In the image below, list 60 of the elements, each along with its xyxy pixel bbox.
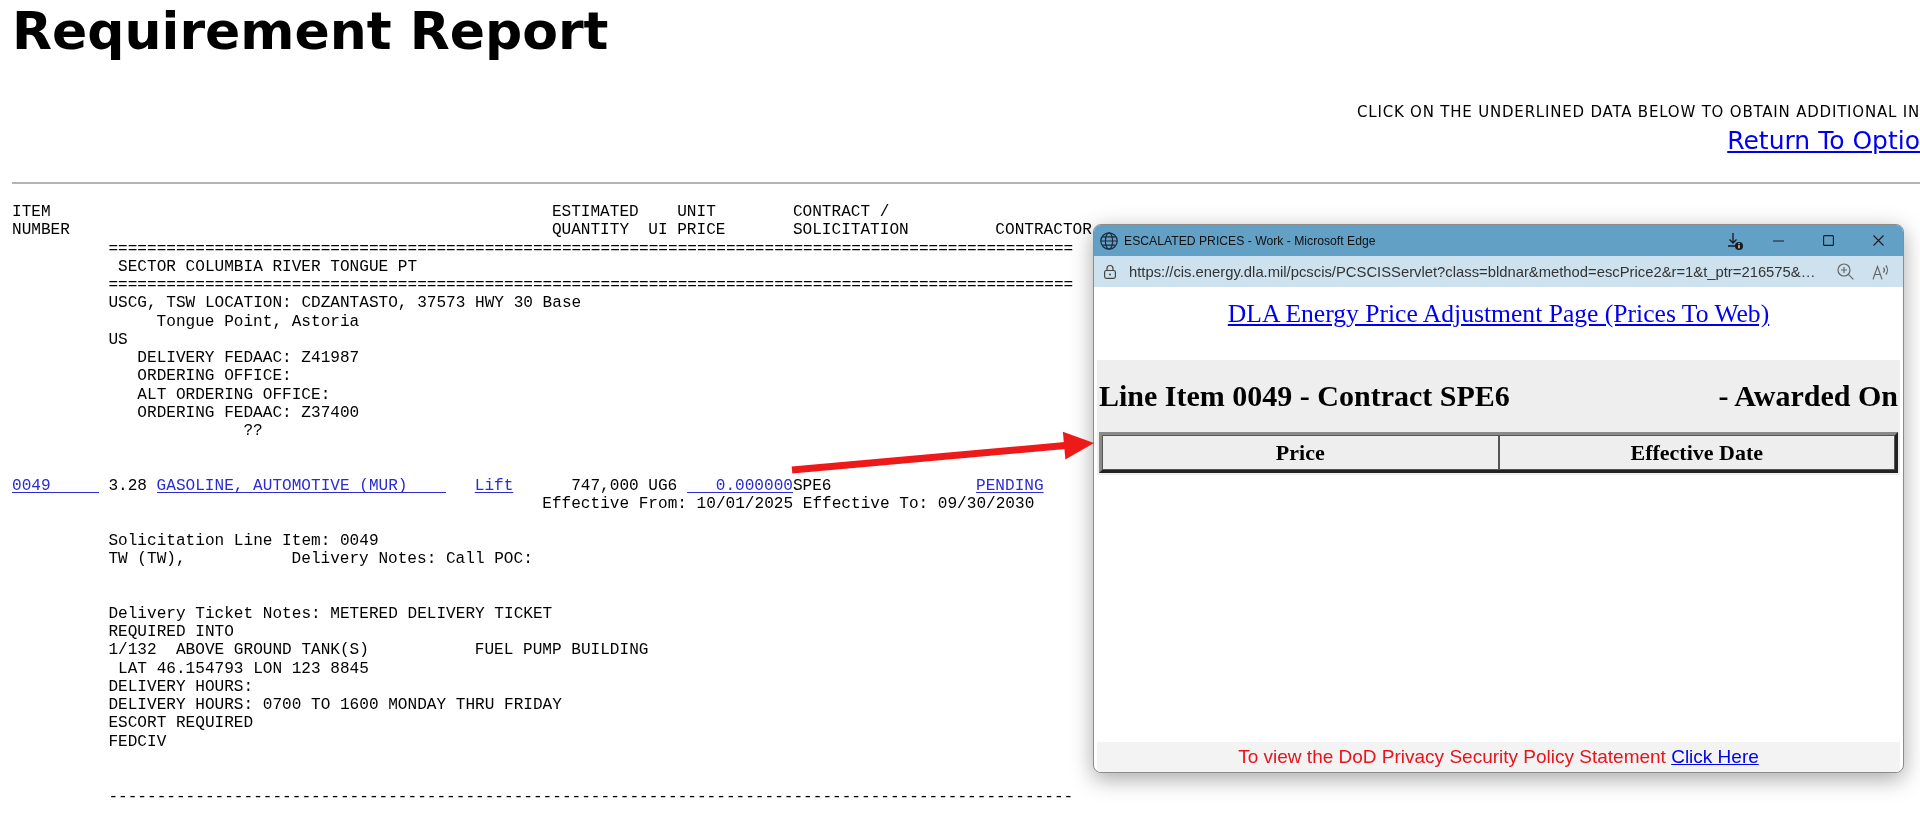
window-title: ESCALATED PRICES - Work - Microsoft Edge (1124, 233, 1376, 248)
item-number-link[interactable]: 0049 (12, 477, 99, 496)
note-text: Solicitation Line Item: 0049 (108, 531, 379, 551)
lock-icon[interactable] (1103, 264, 1117, 279)
note-text: LAT 46.154793 LON 123 8845 (118, 659, 369, 678)
location-text: ORDERING FEDAAC: Z37400 (137, 403, 360, 423)
column-heading: CONTRACT / SOLICITATION (792, 202, 909, 240)
delivery-link[interactable]: Lift (474, 477, 514, 496)
url-field[interactable]: https://cis.energy.dla.mil/pcscis/PCSCISServlet?class=bldnar&method=escPrice2&r=1&t_ptr=216575&… (1129, 263, 1816, 280)
note-text: Delivery Notes: Call POC: (291, 550, 533, 569)
note-text: Delivery Ticket Notes: METERED DELIVERY TICKET (108, 604, 553, 624)
effective-dates-text: Effective From: 10/01/2025 Effective To: 09/30/2030 (542, 495, 1035, 514)
note-text: REQUIRED INTO (108, 623, 234, 642)
download-icon[interactable] (1727, 231, 1743, 250)
read-aloud-icon[interactable] (1872, 263, 1890, 280)
column-header: Price (1102, 435, 1499, 470)
note-text: FUEL PUMP BUILDING (474, 641, 649, 660)
separator-text: ---------------------------------------------------------------------------------------------------- (108, 787, 1074, 806)
contract-text: SPE6 (792, 477, 832, 496)
unit-price-link[interactable]: 0.000000 (686, 477, 793, 496)
column-heading: ESTIMATED QUANTITY (551, 202, 639, 240)
column-heading: CONTRACTOR (995, 221, 1092, 240)
click-here-link[interactable]: Click Here (1671, 746, 1759, 767)
location-text: US (108, 330, 128, 350)
globe-icon (1100, 231, 1118, 250)
location-text: USCG, TSW LOCATION: CDZANTASTO, 37573 HWY 30 Base (108, 294, 582, 313)
note-text: DELIVERY HOURS: (108, 677, 254, 697)
separator-text: ==================================================================================================== (108, 276, 1074, 295)
location-text: ORDERING OFFICE: (137, 367, 292, 386)
column-header: Effective Date (1498, 435, 1895, 470)
quantity-text: 747,000 (571, 477, 639, 496)
separator-text: ==================================================================================================== (108, 239, 1074, 258)
note-text: 1/132 ABOVE GROUND TANK(S) (108, 641, 369, 660)
minimize-icon[interactable] (1772, 239, 1784, 242)
note-text: DELIVERY HOURS: 0700 TO 1600 MONDAY THRU FRIDAY (108, 696, 562, 715)
privacy-notice: To view the DoD Privacy Security Policy Statement Click Here (1238, 746, 1759, 768)
location-text: ?? (243, 422, 263, 441)
note-text: ESCORT REQUIRED (108, 714, 254, 733)
location-text: DELIVERY FEDAAC: Z41987 (137, 349, 360, 368)
location-text: ALT ORDERING OFFICE: (137, 385, 331, 404)
maximize-icon[interactable] (1822, 235, 1834, 246)
awarded-on-heading: - Awarded On (1718, 378, 1898, 414)
status-link[interactable]: PENDING (976, 477, 1044, 496)
instruction-text: CLICK ON THE UNDERLINED DATA BELOW TO OBTAIN ADDITIONAL IN (1357, 103, 1920, 121)
location-text: Tongue Point, Astoria (156, 312, 360, 331)
return-link[interactable]: Return To Optio (1727, 126, 1920, 156)
note-text: TW (TW), (108, 550, 186, 569)
zoom-in-icon[interactable] (1837, 263, 1854, 280)
price-page-link[interactable]: DLA Energy Price Adjustment Page (Prices To Web) (1227, 299, 1770, 329)
note-text: FEDCIV (108, 732, 167, 751)
close-icon[interactable] (1872, 235, 1884, 246)
line-value-text: 3.28 (108, 477, 147, 496)
column-heading: UNIT PRICE (677, 202, 726, 240)
line-item-heading: Line Item 0049 - Contract SPE6 (1099, 378, 1510, 414)
sector-name: SECTOR COLUMBIA RIVER TONGUE PT (118, 257, 418, 277)
column-heading: UI (648, 221, 668, 240)
product-link[interactable]: GASOLINE, AUTOMOTIVE (MUR) (156, 477, 447, 496)
column-heading: ITEM NUMBER (12, 202, 70, 240)
unit-text: UG6 (648, 477, 678, 496)
page-title: Requirement Report (12, 0, 609, 61)
